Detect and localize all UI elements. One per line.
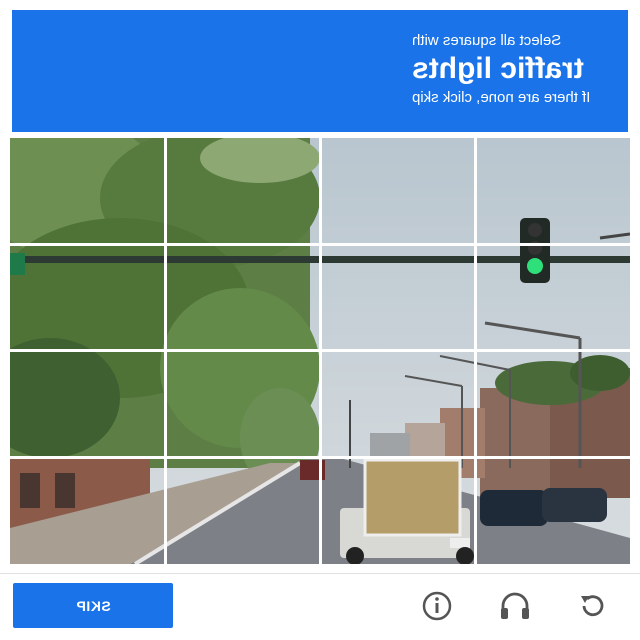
skip-button[interactable]: SKIP — [13, 583, 173, 628]
instruction-line-1: Select all squares with — [411, 32, 561, 49]
grid-tile-2-1[interactable] — [10, 244, 165, 350]
grid-tile-3-1[interactable] — [10, 350, 165, 457]
info-icon[interactable] — [417, 588, 457, 624]
instruction-target: traffic lights — [411, 52, 584, 85]
grid-tile-3-3[interactable] — [320, 350, 475, 457]
grid-tile-1-1[interactable] — [10, 138, 165, 244]
skip-button-label: SKIP — [75, 597, 111, 614]
grid-divider — [10, 456, 630, 459]
grid-tile-2-2[interactable] — [165, 244, 320, 350]
grid-tile-4-4[interactable] — [475, 457, 630, 564]
captcha-challenge-frame: Select all squares with traffic lights I… — [0, 0, 640, 640]
challenge-image-grid — [10, 138, 630, 564]
grid-tile-1-2[interactable] — [165, 138, 320, 244]
grid-tile-4-1[interactable] — [10, 457, 165, 564]
grid-tile-4-3[interactable] — [320, 457, 475, 564]
challenge-instructions: Select all squares with traffic lights I… — [412, 32, 590, 107]
grid-tile-3-2[interactable] — [165, 350, 320, 457]
grid-divider — [10, 243, 630, 246]
instruction-line-3: If there are none, click skip — [411, 89, 590, 106]
challenge-header: Select all squares with traffic lights I… — [12, 10, 628, 132]
grid-tile-1-3[interactable] — [320, 138, 475, 244]
reload-icon[interactable] — [572, 588, 612, 624]
grid-tile-2-4[interactable] — [475, 244, 630, 350]
grid-tile-2-3[interactable] — [320, 244, 475, 350]
footer-divider — [0, 573, 640, 574]
headphones-icon[interactable] — [495, 588, 535, 624]
grid-tile-4-2[interactable] — [165, 457, 320, 564]
grid-divider — [10, 349, 630, 352]
grid-tile-1-4[interactable] — [475, 138, 630, 244]
grid-tile-3-4[interactable] — [475, 350, 630, 457]
